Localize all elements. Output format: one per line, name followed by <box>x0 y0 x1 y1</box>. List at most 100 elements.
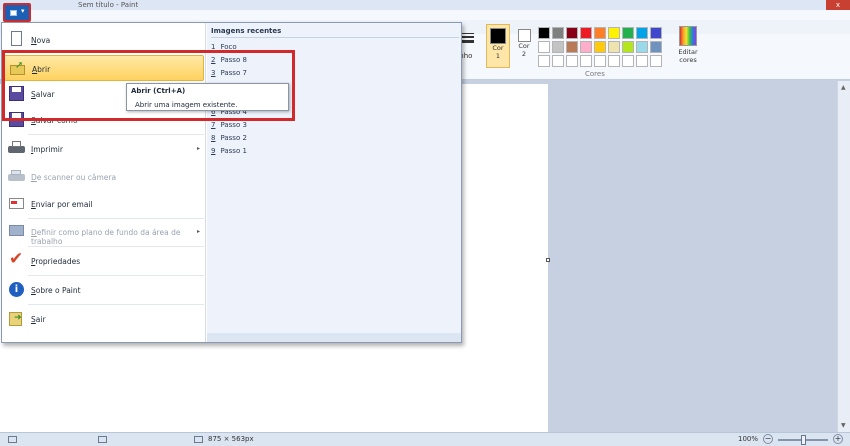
palette-swatch[interactable] <box>552 41 564 53</box>
palette-swatch[interactable] <box>594 27 606 39</box>
recent-image-name: Passo 2 <box>220 134 247 142</box>
menu-item-label: Sobre o Paint <box>31 286 81 295</box>
menu-separator <box>28 134 204 135</box>
palette-swatch[interactable] <box>566 27 578 39</box>
recent-images-header: Imagens recentes <box>211 27 282 35</box>
palette-swatch[interactable] <box>608 41 620 53</box>
palette-swatch[interactable] <box>622 55 634 67</box>
scroll-up-icon[interactable]: ▲ <box>841 84 846 91</box>
cursor-position-icon <box>8 436 17 443</box>
selection-size-icon <box>98 436 107 443</box>
menu-item-de-scanner-ou-c-mera[interactable]: De scanner ou câmera <box>4 164 204 190</box>
recent-image-number: 8 <box>211 134 216 142</box>
palette-swatch[interactable] <box>580 27 592 39</box>
recent-header-divider <box>211 37 459 38</box>
palette-swatch[interactable] <box>566 41 578 53</box>
canvas-resize-handle[interactable] <box>546 258 550 262</box>
menu-separator <box>28 304 204 305</box>
email-icon <box>8 195 25 212</box>
palette-swatch[interactable] <box>552 27 564 39</box>
status-bar: 875 × 563px 100% − + <box>0 432 850 446</box>
palette-swatch[interactable] <box>594 55 606 67</box>
palette-swatch[interactable] <box>580 55 592 67</box>
palette-swatch[interactable] <box>608 27 620 39</box>
palette-swatch[interactable] <box>608 55 620 67</box>
menu-item-enviar-por-email[interactable]: Enviar por email <box>4 191 204 217</box>
recent-image-item[interactable]: 8 Passo 2 <box>211 134 247 142</box>
desktop-icon <box>8 223 25 240</box>
zoom-level-text: 100% <box>738 435 759 443</box>
vertical-scrollbar[interactable]: ▲ ▼ <box>837 81 850 432</box>
recent-image-number: 9 <box>211 147 216 155</box>
palette-swatch[interactable] <box>580 41 592 53</box>
menu-item-sair[interactable]: ➜ Sair <box>4 306 204 332</box>
menu-item-label: De scanner ou câmera <box>31 173 117 182</box>
menu-item-label: Nova <box>31 36 51 45</box>
palette-swatch[interactable] <box>566 55 578 67</box>
color1-label: Cor 1 <box>492 44 504 60</box>
info-icon: i <box>8 281 25 298</box>
checkmark-icon: ✔ <box>9 249 24 269</box>
palette-swatch[interactable] <box>538 41 550 53</box>
palette-swatch[interactable] <box>636 27 648 39</box>
window-title: Sem título - Paint <box>78 1 139 9</box>
title-bar: Sem título - Paint x <box>0 0 850 10</box>
palette-swatch[interactable] <box>650 41 662 53</box>
recent-image-number: 7 <box>211 121 216 129</box>
menu-item-sobre-o-paint[interactable]: i Sobre o Paint <box>4 277 204 303</box>
recent-image-name: Passo 3 <box>220 121 247 129</box>
submenu-arrow-icon: ▸ <box>196 228 200 235</box>
zoom-slider-thumb[interactable] <box>801 435 806 445</box>
close-button[interactable]: x <box>826 0 850 10</box>
edit-colors-button[interactable]: Editar cores <box>676 26 700 64</box>
palette-swatch[interactable] <box>552 55 564 67</box>
palette-swatch[interactable] <box>636 41 648 53</box>
menu-separator <box>28 275 204 276</box>
image-size-icon <box>194 436 203 443</box>
menu-separator <box>28 246 204 247</box>
printer-icon <box>8 140 25 157</box>
zoom-out-button[interactable]: − <box>763 434 773 444</box>
menu-item-definir-como-plano-de-fundo-da-rea-de-trabalho[interactable]: Definir como plano de fundo da área de t… <box>4 219 204 246</box>
color2-swatch <box>517 29 531 42</box>
image-size-text: 875 × 563px <box>208 435 254 443</box>
edit-colors-label: Editar cores <box>678 48 698 64</box>
chevron-down-icon: ▾ <box>21 7 25 15</box>
palette-swatch[interactable] <box>622 41 634 53</box>
file-menu-footer <box>207 333 461 342</box>
palette-swatch[interactable] <box>650 55 662 67</box>
zoom-in-button[interactable]: + <box>833 434 843 444</box>
menu-item-imprimir[interactable]: Imprimir ▸ <box>4 136 204 162</box>
menu-item-label: Enviar por email <box>31 200 93 209</box>
new-file-icon <box>8 31 25 48</box>
menu-item-label: Propriedades <box>31 257 81 266</box>
menu-item-label: Imprimir <box>31 145 63 154</box>
recent-image-item[interactable]: 9 Passo 1 <box>211 147 247 155</box>
palette-swatch[interactable] <box>622 27 634 39</box>
submenu-arrow-icon: ▸ <box>196 145 200 152</box>
palette-swatch[interactable] <box>594 41 606 53</box>
color-palette <box>538 27 663 68</box>
color1-button[interactable]: Cor 1 <box>486 24 510 68</box>
colors-group-label: Cores <box>585 70 605 78</box>
palette-swatch[interactable] <box>538 55 550 67</box>
paint-file-icon <box>10 10 17 16</box>
exit-icon: ➜ <box>8 310 25 327</box>
color2-label: Cor 2 <box>518 42 530 58</box>
menu-item-propriedades[interactable]: ✔ Propriedades <box>4 248 204 274</box>
highlight-annotation-box <box>2 50 295 121</box>
size-lines-icon[interactable] <box>460 33 474 46</box>
paint-window: Sem título - Paint x anho Cor 1 Cor 2 Co… <box>0 0 850 446</box>
color2-button[interactable]: Cor 2 <box>513 24 535 68</box>
scroll-down-icon[interactable]: ▼ <box>841 422 846 429</box>
recent-image-item[interactable]: 7 Passo 3 <box>211 121 247 129</box>
rainbow-palette-icon <box>679 26 697 46</box>
palette-swatch[interactable] <box>538 27 550 39</box>
palette-swatch[interactable] <box>636 55 648 67</box>
palette-swatch[interactable] <box>650 27 662 39</box>
file-menu-button[interactable]: ▾ <box>3 3 31 22</box>
color1-swatch <box>490 28 506 44</box>
menu-item-label: Definir como plano de fundo da área de t… <box>31 228 181 246</box>
scanner-icon <box>8 168 25 185</box>
recent-image-name: Passo 1 <box>220 147 247 155</box>
